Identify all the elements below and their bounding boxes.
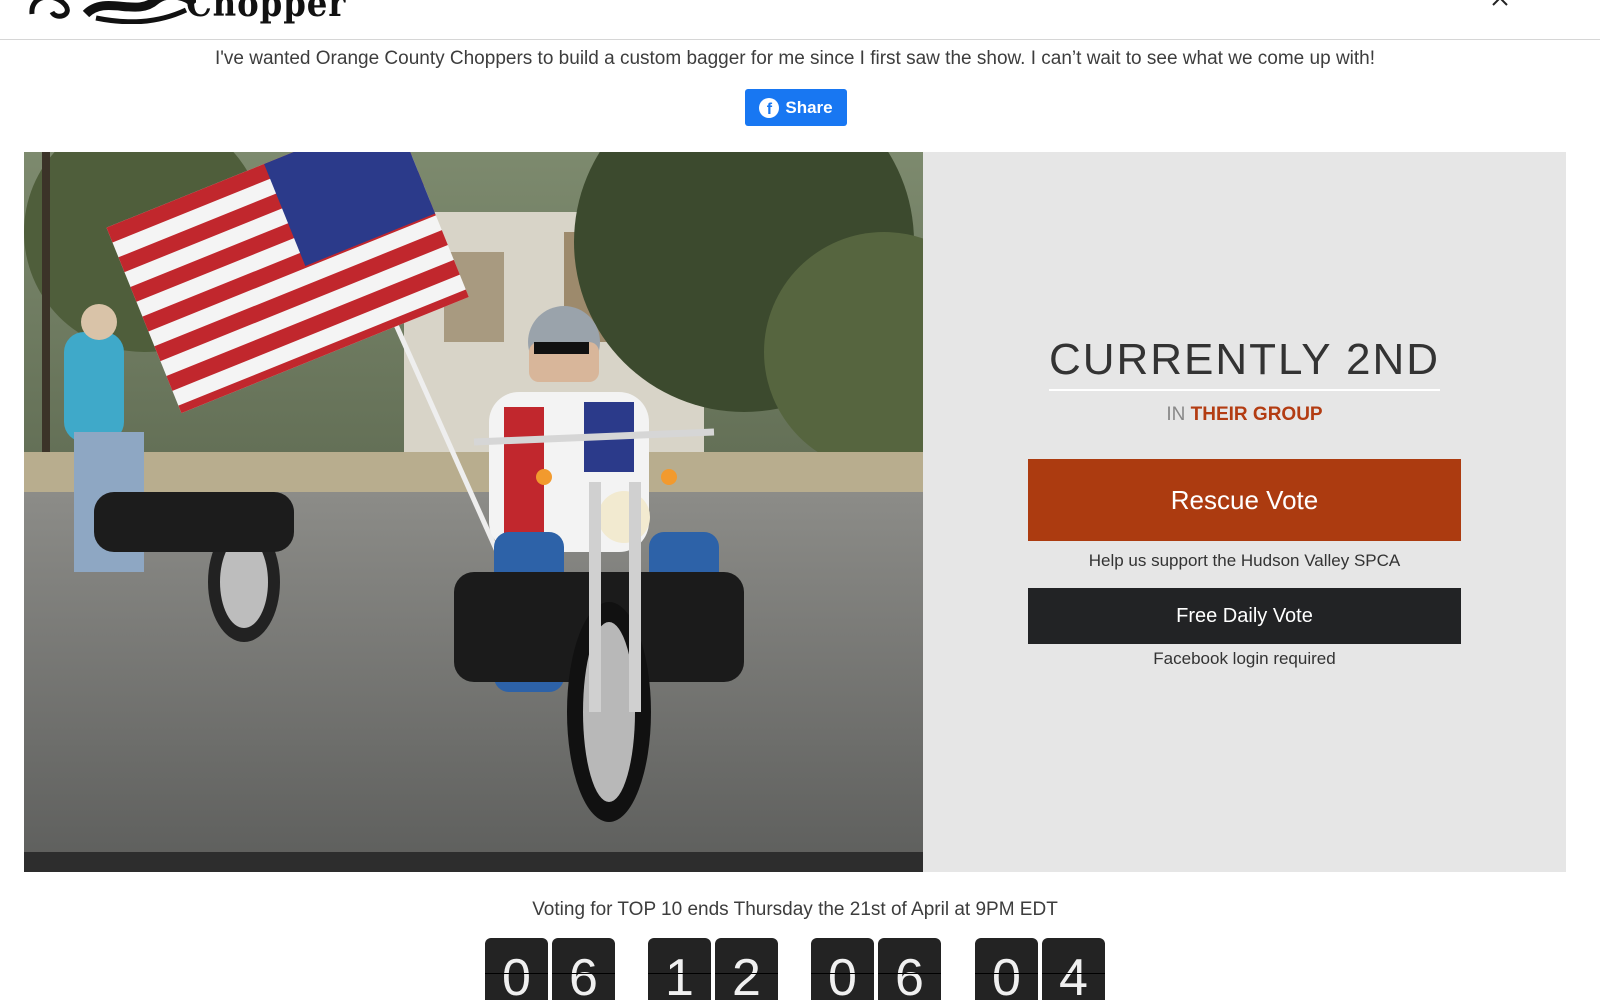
entry-quote: I've wanted Orange County Choppers to bu… — [214, 48, 1376, 69]
countdown-hours-digit-1: 1 — [648, 938, 711, 1000]
facebook-icon: f — [759, 97, 780, 118]
logo-swirl-graphic — [29, 0, 196, 24]
countdown-days-digit-1: 0 — [485, 938, 548, 1000]
countdown-minutes-digit-2: 6 — [878, 938, 941, 1000]
rank-subheading: IN THEIR GROUP — [923, 404, 1566, 426]
entry-photo — [24, 152, 923, 872]
close-icon[interactable] — [1490, 0, 1510, 8]
countdown-timer: 0 6 1 2 0 6 0 4 — [0, 938, 1600, 1000]
voting-deadline-text: Voting for TOP 10 ends Thursday the 21st… — [532, 899, 1058, 920]
motorcycle-photo-illustration — [24, 152, 923, 872]
free-daily-vote-button[interactable]: Free Daily Vote — [1028, 588, 1461, 644]
countdown-seconds-digit-1: 0 — [975, 938, 1038, 1000]
rescue-vote-note: Help us support the Hudson Valley SPCA — [1088, 551, 1401, 570]
rank-heading: CURRENTLY 2ND — [923, 335, 1566, 391]
countdown-minutes-digit-1: 0 — [811, 938, 874, 1000]
facebook-share-button[interactable]: f Share — [745, 89, 847, 126]
vote-panel: CURRENTLY 2ND IN THEIR GROUP Rescue Vote… — [923, 152, 1566, 872]
countdown-seconds-digit-2: 4 — [1042, 938, 1105, 1000]
rescue-vote-button[interactable]: Rescue Vote — [1028, 459, 1461, 541]
site-header: Chopper — [0, 0, 1600, 40]
countdown-hours-digit-2: 2 — [715, 938, 778, 1000]
logo-text: Chopper — [186, 0, 347, 25]
current-rank: CURRENTLY 2ND — [1048, 335, 1441, 391]
rank-group-link[interactable]: THEIR GROUP — [1191, 404, 1323, 425]
share-label: Share — [785, 97, 833, 117]
free-vote-note: Facebook login required — [1153, 649, 1336, 668]
rank-in-label: IN — [1166, 404, 1186, 425]
countdown-days-digit-2: 6 — [552, 938, 615, 1000]
site-logo[interactable]: Chopper — [26, 0, 364, 25]
